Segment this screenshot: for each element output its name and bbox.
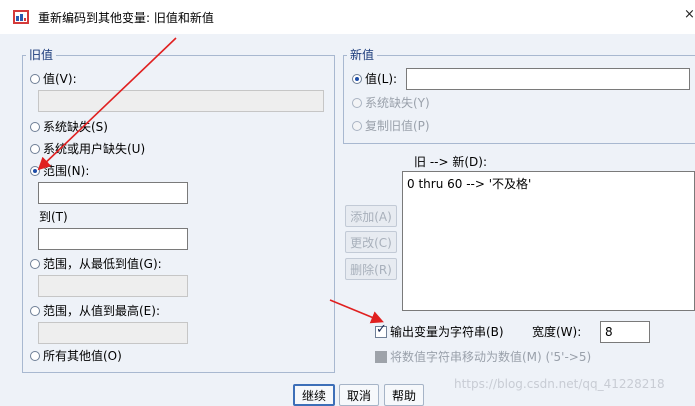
output-string-label: 输出变量为字符串(B) [390,325,504,339]
radio-icon[interactable] [352,121,362,131]
old-value-input[interactable] [38,90,324,112]
new-system-missing-option[interactable]: 系统缺失(Y) [352,96,430,110]
old-value-legend: 旧值 [26,48,57,62]
radio-icon[interactable] [30,74,40,84]
change-button[interactable]: 更改(C) [345,231,397,253]
window-title: 重新编码到其他变量: 旧值和新值 [38,11,214,25]
radio-selected-icon[interactable] [30,166,40,176]
mapping-header: 旧 --> 新(D): [414,155,487,169]
output-string-option[interactable]: 输出变量为字符串(B) [375,323,504,339]
old-all-other-option[interactable]: 所有其他值(O) [30,349,122,363]
new-value-label: 值(L): [365,72,398,86]
radio-icon[interactable] [352,98,362,108]
old-range-highest-option[interactable]: 范围，从值到最高(E): [30,304,160,318]
width-input[interactable]: 8 [600,321,650,343]
old-system-or-user-missing-label: 系统或用户缺失(U) [43,142,146,156]
range-from-input[interactable] [38,182,188,204]
cancel-button[interactable]: 取消 [339,384,379,406]
new-value-option[interactable]: 值(L): [352,72,397,86]
old-range-lowest-option[interactable]: 范围，从最低到值(G): [30,257,162,271]
continue-button[interactable]: 继续 [293,384,335,406]
new-value-legend: 新值 [347,48,378,62]
help-button[interactable]: 帮助 [384,384,424,406]
convert-numeric-option[interactable]: 将数值字符串移动为数值(M) ('5'->5) [375,350,591,364]
old-value-option[interactable]: 值(V): [30,72,77,86]
radio-selected-icon[interactable] [352,74,362,84]
arrow-to-string-checkbox [329,299,384,324]
old-system-missing-option[interactable]: 系统缺失(S) [30,120,108,134]
radio-icon[interactable] [30,259,40,269]
checkbox-disabled-icon[interactable] [375,351,387,363]
old-range-lowest-label: 范围，从最低到值(G): [43,257,162,271]
old-value-label: 值(V): [43,72,77,86]
new-copy-old-option[interactable]: 复制旧值(P) [352,119,430,133]
new-value-input[interactable] [406,68,690,90]
spss-app-icon [13,10,29,24]
remove-button[interactable]: 删除(R) [345,258,397,280]
mapping-list[interactable]: 0 thru 60 --> '不及格' [402,171,695,311]
radio-icon[interactable] [30,144,40,154]
close-icon[interactable]: × [684,7,695,22]
radio-icon[interactable] [30,351,40,361]
convert-numeric-label: 将数值字符串移动为数值(M) ('5'->5) [390,350,592,364]
width-value: 8 [605,325,613,339]
width-label: 宽度(W): [532,325,582,339]
range-lowest-input[interactable] [38,275,188,297]
old-system-or-user-missing-option[interactable]: 系统或用户缺失(U) [30,142,145,156]
radio-icon[interactable] [30,122,40,132]
new-copy-old-label: 复制旧值(P) [365,119,430,133]
mapping-item[interactable]: 0 thru 60 --> '不及格' [407,177,531,191]
old-range-option[interactable]: 范围(N): [30,164,89,178]
range-through-label: 到(T) [39,210,68,224]
old-system-missing-label: 系统缺失(S) [43,120,108,134]
old-range-highest-label: 范围，从值到最高(E): [43,304,160,318]
new-system-missing-label: 系统缺失(Y) [365,96,430,110]
radio-icon[interactable] [30,306,40,316]
range-to-input[interactable] [38,228,188,250]
old-range-label: 范围(N): [43,164,90,178]
watermark: https://blog.csdn.net/qq_41228218 [454,377,665,391]
old-all-other-label: 所有其他值(O) [43,349,122,363]
add-button[interactable]: 添加(A) [345,205,397,227]
checkbox-checked-icon[interactable] [375,323,387,338]
range-highest-input[interactable] [38,322,188,344]
